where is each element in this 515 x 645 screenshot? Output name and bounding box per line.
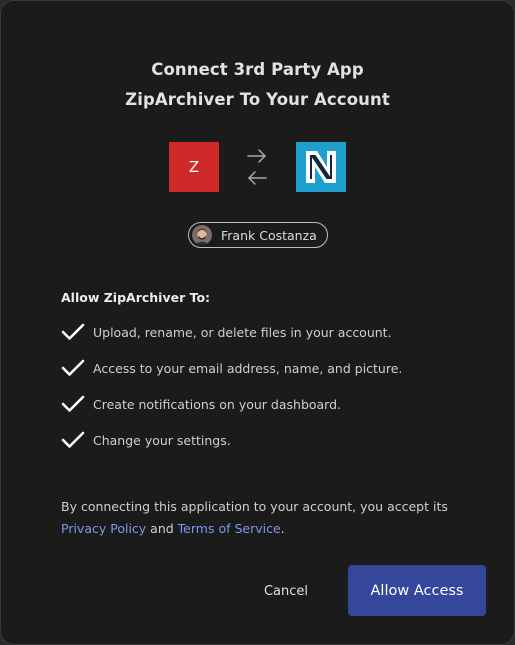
legal-connector: and bbox=[146, 521, 178, 536]
permissions-heading: Allow ZipArchiver To: bbox=[61, 290, 211, 305]
checkmark-icon bbox=[61, 431, 85, 448]
permission-text: Create notifications on your dashboard. bbox=[93, 396, 342, 412]
dialog-title-line-1: Connect 3rd Party App bbox=[151, 60, 364, 79]
privacy-policy-link[interactable]: Privacy Policy bbox=[61, 521, 146, 536]
swap-arrows-icon bbox=[247, 149, 267, 185]
n-letter-logo bbox=[296, 142, 346, 192]
ziparchiver-logo-letter: Z bbox=[188, 158, 200, 176]
allow-access-button[interactable]: Allow Access bbox=[348, 565, 486, 616]
terms-of-service-link[interactable]: Terms of Service bbox=[178, 521, 281, 536]
user-name: Frank Costanza bbox=[221, 227, 317, 243]
legal-text: By connecting this application to your a… bbox=[61, 499, 448, 514]
permission-item: Create notifications on your dashboard. bbox=[61, 393, 341, 415]
permission-item: Access to your email address, name, and … bbox=[61, 357, 402, 379]
connect-app-dialog: Connect 3rd Party App ZipArchiver To You… bbox=[0, 0, 515, 645]
permission-item: Upload, rename, or delete files in your … bbox=[61, 321, 392, 343]
n-letter-logo-icon bbox=[306, 151, 336, 183]
legal-notice: By connecting this application to your a… bbox=[61, 496, 481, 540]
user-avatar bbox=[192, 225, 212, 245]
checkmark-icon bbox=[61, 395, 85, 412]
permission-text: Change your settings. bbox=[93, 432, 231, 448]
checkmark-icon bbox=[61, 323, 85, 340]
dialog-title-line-2: ZipArchiver To Your Account bbox=[125, 90, 390, 109]
user-account-chip: Frank Costanza bbox=[188, 222, 328, 248]
ziparchiver-logo: Z bbox=[169, 142, 219, 192]
permission-item: Change your settings. bbox=[61, 429, 231, 451]
permission-text: Access to your email address, name, and … bbox=[93, 360, 403, 376]
permission-text: Upload, rename, or delete files in your … bbox=[93, 324, 392, 340]
legal-period: . bbox=[280, 521, 285, 536]
checkmark-icon bbox=[61, 359, 85, 376]
cancel-button[interactable]: Cancel bbox=[250, 578, 322, 604]
